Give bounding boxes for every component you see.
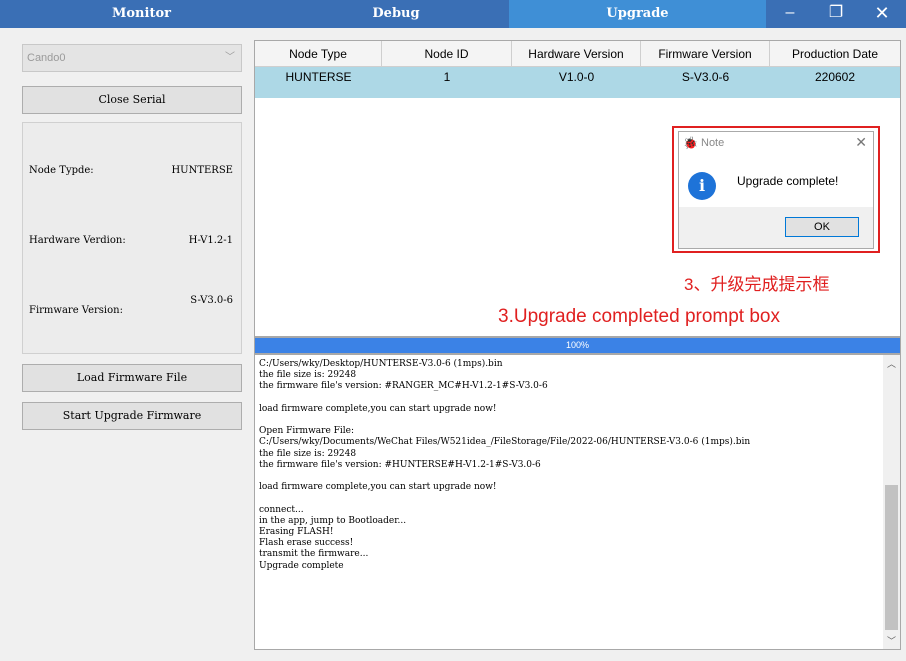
column-header[interactable]: Hardware Version [512, 41, 641, 67]
log-line: connect... [259, 504, 304, 515]
log-scrollbar[interactable]: ︿ ﹀ [883, 355, 900, 649]
scroll-up-icon[interactable]: ︿ [883, 357, 900, 370]
log-line: load firmware complete,you can start upg… [259, 403, 497, 414]
table-row[interactable]: HUNTERSE 1 V1.0-0 S-V3.0-6 220602 [255, 67, 900, 98]
left-panel: Cando0 ﹀ Close Serial Node Typde: HUNTER… [12, 36, 249, 651]
hardware-version-label: Hardware Verdion: [29, 235, 126, 246]
dialog-footer: OK [679, 207, 873, 248]
load-firmware-button[interactable]: Load Firmware File [22, 364, 242, 392]
log-line: Open Firmware File: [259, 426, 355, 437]
log-line: C:/Users/wky/Documents/WeChat Files/W521… [259, 437, 751, 448]
column-header[interactable]: Node ID [382, 41, 512, 67]
dialog-title: Note [701, 137, 725, 149]
info-icon: i [688, 172, 716, 200]
dialog-message: Upgrade complete! [737, 174, 839, 188]
tab-monitor[interactable]: Monitor [0, 0, 283, 28]
log-line: transmit the firmware... [259, 549, 369, 560]
log-line: load firmware complete,you can start upg… [259, 482, 497, 493]
log-line: the firmware file's version: #RANGER_MC#… [259, 381, 548, 392]
close-window-button[interactable]: ✕ [862, 0, 902, 28]
minimize-button[interactable]: – [770, 0, 810, 28]
node-info-box: Node Typde: HUNTERSE Hardware Verdion: H… [22, 122, 242, 354]
log-line: the file size is: 29248 [259, 370, 357, 381]
ok-button[interactable]: OK [785, 217, 859, 237]
close-serial-button[interactable]: Close Serial [22, 86, 242, 114]
node-type-value: HUNTERSE [171, 165, 233, 176]
scroll-down-icon[interactable]: ﹀ [883, 634, 900, 647]
cell-hardware-version: V1.0-0 [558, 70, 595, 84]
annotation-english: 3.Upgrade completed prompt box [498, 306, 780, 327]
log-line: the file size is: 29248 [259, 448, 357, 459]
tab-bar: Monitor Debug Upgrade – ❐ ✕ [0, 0, 906, 28]
annotation-chinese: 3、升级完成提示框 [684, 275, 830, 294]
chevron-down-icon: ﹀ [225, 52, 235, 63]
node-type-label: Node Typde: [29, 165, 94, 176]
log-line: Upgrade complete [259, 560, 344, 571]
maximize-button[interactable]: ❐ [816, 0, 856, 28]
hardware-version-value: H-V1.2-1 [188, 235, 233, 246]
cell-node-type: HUNTERSE [285, 70, 352, 84]
bug-icon: 🐞 [683, 136, 698, 150]
cell-firmware-version: S-V3.0-6 [681, 70, 730, 84]
firmware-version-label: Firmware Version: [29, 305, 123, 316]
cell-node-id: 1 [443, 70, 451, 84]
log-line: in the app, jump to Bootloader... [259, 515, 407, 526]
cell-production-date: 220602 [814, 70, 856, 84]
can-device-value: Cando0 [27, 52, 66, 64]
firmware-version-value: S-V3.0-6 [190, 295, 233, 306]
note-dialog: 🐞 Note ✕ i Upgrade complete! OK [678, 131, 874, 249]
log-text: C:/Users/wky/Desktop/HUNTERSE-V3.0-6 (1m… [259, 359, 879, 572]
log-line: Flash erase success! [259, 538, 354, 549]
column-header[interactable]: Node Type [255, 41, 382, 67]
start-upgrade-button[interactable]: Start Upgrade Firmware [22, 402, 242, 430]
tab-debug[interactable]: Debug [283, 0, 509, 28]
tab-upgrade[interactable]: Upgrade [509, 0, 766, 28]
progress-label: 100% [565, 340, 590, 350]
log-line: C:/Users/wky/Desktop/HUNTERSE-V3.0-6 (1m… [259, 359, 503, 369]
column-header[interactable]: Firmware Version [641, 41, 770, 67]
scroll-thumb[interactable] [885, 485, 898, 630]
dialog-close-icon[interactable]: ✕ [855, 134, 867, 151]
column-header[interactable]: Production Date [770, 41, 900, 67]
log-line: the firmware file's version: #HUNTERSE#H… [259, 459, 541, 470]
log-line: Erasing FLASH! [259, 527, 334, 538]
upgrade-progress-bar: 100% [254, 337, 901, 354]
can-device-select[interactable]: Cando0 ﹀ [22, 44, 242, 72]
log-output[interactable]: C:/Users/wky/Desktop/HUNTERSE-V3.0-6 (1m… [254, 354, 901, 650]
